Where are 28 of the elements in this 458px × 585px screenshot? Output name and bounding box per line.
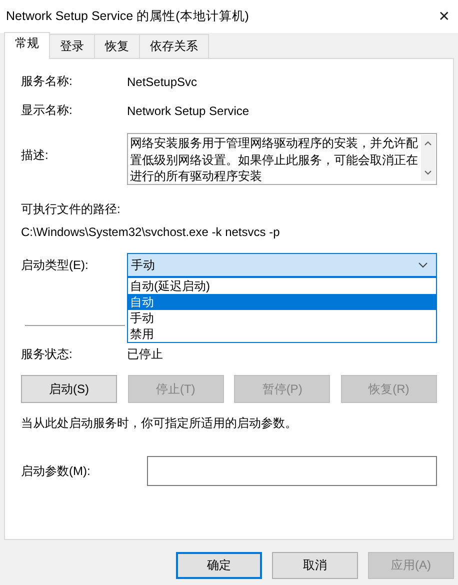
status-value: 已停止 [127, 346, 164, 363]
dialog-button[interactable]: 确定 [176, 552, 262, 579]
window-title: Network Setup Service 的属性(本地计算机) [6, 8, 249, 25]
field-value: NetSetupSvc [127, 74, 198, 88]
field-label: 可执行文件的路径: [21, 201, 122, 218]
description-box[interactable]: 网络安装服务用于管理网络驱动程序的安装，并允许配置低级别网络设置。如果停止此服务，可能会取消正在进行的所有驱动程序安装 [127, 133, 437, 185]
scrollbar-icon[interactable] [421, 135, 435, 181]
parameters-field[interactable] [147, 456, 437, 486]
service-button[interactable]: 启动(S) [21, 375, 117, 403]
path-value: C:\Windows\System32\svchost.exe -k netsvcs -p [21, 225, 281, 239]
field-label: 服务状态: [21, 346, 74, 363]
startup-type-dropdown[interactable]: 手动 [127, 253, 437, 277]
dialog-button[interactable]: 取消 [272, 552, 358, 579]
dropdown-option[interactable]: 自动 [128, 294, 436, 310]
chevron-down-icon [418, 262, 428, 268]
field-label: 启动类型(E): [21, 257, 90, 274]
field-label: 描述: [21, 147, 50, 164]
tab[interactable]: 常规 [4, 32, 50, 59]
field-value: Network Setup Service [127, 104, 250, 118]
field-label: 启动参数(M): [21, 462, 92, 480]
dropdown-option[interactable]: 禁用 [128, 326, 436, 342]
field-label: 服务名称: [21, 73, 74, 90]
dropdown-option[interactable]: 自动(延迟启动) [128, 278, 436, 294]
hint-text: 当从此处启动服务时，你可指定所适用的启动参数。 [21, 415, 298, 432]
dropdown-option[interactable]: 手动 [128, 310, 436, 326]
field-label: 显示名称: [21, 102, 74, 119]
tab[interactable]: 依存关系 [139, 34, 209, 58]
close-button[interactable]: ✕ [438, 8, 450, 25]
